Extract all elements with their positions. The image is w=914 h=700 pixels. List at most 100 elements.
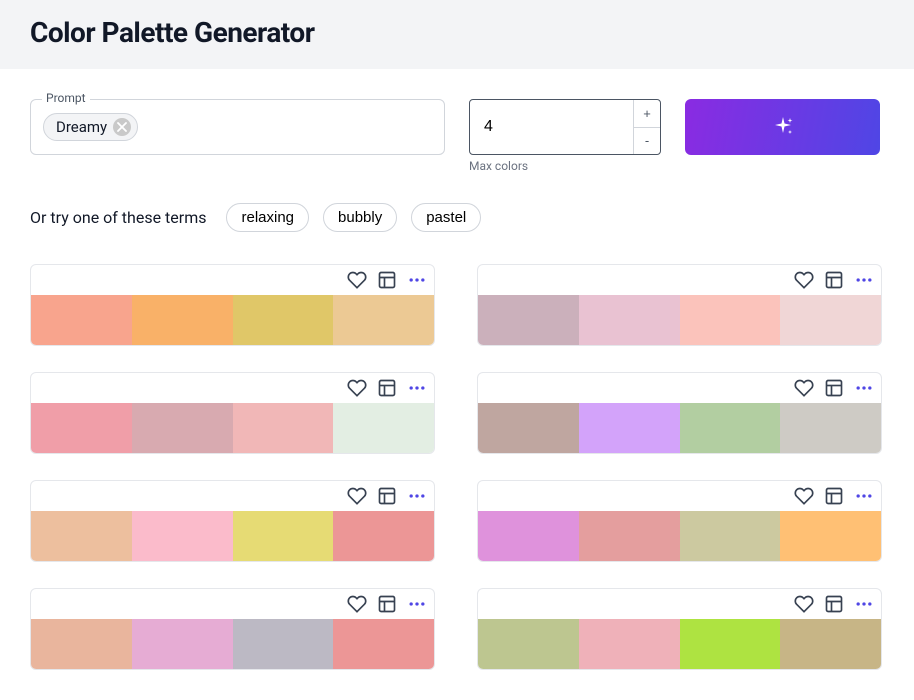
palette-grid	[30, 264, 882, 670]
palette-swatches	[31, 511, 434, 561]
palette-swatches	[31, 295, 434, 345]
color-swatch[interactable]	[780, 295, 881, 345]
more-icon[interactable]	[406, 269, 428, 291]
color-swatch[interactable]	[579, 403, 680, 453]
palette-swatches	[478, 511, 881, 561]
suggestion-pill[interactable]: relaxing	[226, 203, 309, 232]
color-swatch[interactable]	[680, 619, 781, 669]
more-icon[interactable]	[406, 485, 428, 507]
palette-card-header	[478, 589, 881, 619]
heart-icon[interactable]	[793, 377, 815, 399]
palette-card-header	[478, 265, 881, 295]
main-content: Prompt Dreamy + - Max colors	[0, 69, 914, 700]
color-swatch[interactable]	[579, 619, 680, 669]
color-swatch[interactable]	[333, 511, 434, 561]
details-icon[interactable]	[823, 377, 845, 399]
details-icon[interactable]	[823, 269, 845, 291]
palette-card	[30, 264, 435, 346]
color-swatch[interactable]	[579, 511, 680, 561]
palette-swatches	[478, 295, 881, 345]
prompt-field-wrap: Prompt Dreamy	[30, 99, 445, 155]
suggestions-intro: Or try one of these terms	[30, 208, 206, 227]
color-swatch[interactable]	[333, 295, 434, 345]
more-icon[interactable]	[406, 377, 428, 399]
max-colors-input[interactable]	[470, 100, 633, 154]
color-swatch[interactable]	[478, 403, 579, 453]
heart-icon[interactable]	[346, 593, 368, 615]
color-swatch[interactable]	[680, 511, 781, 561]
color-swatch[interactable]	[233, 295, 334, 345]
more-icon[interactable]	[853, 485, 875, 507]
color-swatch[interactable]	[132, 295, 233, 345]
details-icon[interactable]	[376, 485, 398, 507]
color-swatch[interactable]	[478, 511, 579, 561]
heart-icon[interactable]	[346, 377, 368, 399]
color-swatch[interactable]	[333, 403, 434, 453]
color-swatch[interactable]	[478, 295, 579, 345]
palette-card	[477, 588, 882, 670]
details-icon[interactable]	[376, 269, 398, 291]
palette-card-header	[31, 265, 434, 295]
close-icon[interactable]	[113, 118, 131, 136]
more-icon[interactable]	[406, 593, 428, 615]
page-header: Color Palette Generator	[0, 0, 914, 69]
color-swatch[interactable]	[233, 619, 334, 669]
color-swatch[interactable]	[31, 403, 132, 453]
color-swatch[interactable]	[233, 511, 334, 561]
suggestion-pill[interactable]: pastel	[411, 203, 481, 232]
prompt-tag-label: Dreamy	[56, 118, 107, 136]
stepper-up-button[interactable]: +	[634, 100, 660, 128]
palette-swatches	[478, 619, 881, 669]
heart-icon[interactable]	[793, 485, 815, 507]
color-swatch[interactable]	[579, 295, 680, 345]
details-icon[interactable]	[376, 593, 398, 615]
prompt-tag: Dreamy	[43, 113, 138, 141]
color-swatch[interactable]	[132, 403, 233, 453]
stepper-down-button[interactable]: -	[634, 128, 660, 155]
prompt-field-label: Prompt	[42, 91, 90, 105]
max-colors-stepper: + -	[633, 100, 660, 154]
palette-card-header	[31, 373, 434, 403]
palette-card	[477, 264, 882, 346]
heart-icon[interactable]	[793, 269, 815, 291]
palette-card	[30, 588, 435, 670]
prompt-input[interactable]: Dreamy	[30, 99, 445, 155]
color-swatch[interactable]	[780, 403, 881, 453]
color-swatch[interactable]	[680, 403, 781, 453]
suggestions-row: Or try one of these terms relaxing bubbl…	[30, 203, 884, 232]
heart-icon[interactable]	[346, 269, 368, 291]
more-icon[interactable]	[853, 593, 875, 615]
palette-card-header	[478, 481, 881, 511]
details-icon[interactable]	[823, 485, 845, 507]
color-swatch[interactable]	[680, 295, 781, 345]
color-swatch[interactable]	[233, 403, 334, 453]
color-swatch[interactable]	[780, 619, 881, 669]
color-swatch[interactable]	[132, 511, 233, 561]
color-swatch[interactable]	[31, 619, 132, 669]
color-swatch[interactable]	[31, 295, 132, 345]
heart-icon[interactable]	[793, 593, 815, 615]
palette-swatches	[31, 619, 434, 669]
palette-card	[30, 372, 435, 454]
color-swatch[interactable]	[333, 619, 434, 669]
color-swatch[interactable]	[31, 511, 132, 561]
palette-card-header	[31, 589, 434, 619]
palette-swatches	[478, 403, 881, 453]
page-title: Color Palette Generator	[30, 16, 884, 49]
more-icon[interactable]	[853, 377, 875, 399]
heart-icon[interactable]	[346, 485, 368, 507]
generate-button[interactable]	[685, 99, 880, 155]
palette-card	[30, 480, 435, 562]
suggestion-pill[interactable]: bubbly	[323, 203, 397, 232]
max-colors-field-wrap: + - Max colors	[469, 99, 661, 173]
details-icon[interactable]	[823, 593, 845, 615]
color-swatch[interactable]	[132, 619, 233, 669]
more-icon[interactable]	[853, 269, 875, 291]
suggestions-list: relaxing bubbly pastel	[226, 203, 481, 232]
max-colors-label: Max colors	[469, 159, 661, 173]
color-swatch[interactable]	[478, 619, 579, 669]
controls-row: Prompt Dreamy + - Max colors	[30, 99, 884, 173]
details-icon[interactable]	[376, 377, 398, 399]
color-swatch[interactable]	[780, 511, 881, 561]
sparkle-icon	[771, 115, 795, 139]
